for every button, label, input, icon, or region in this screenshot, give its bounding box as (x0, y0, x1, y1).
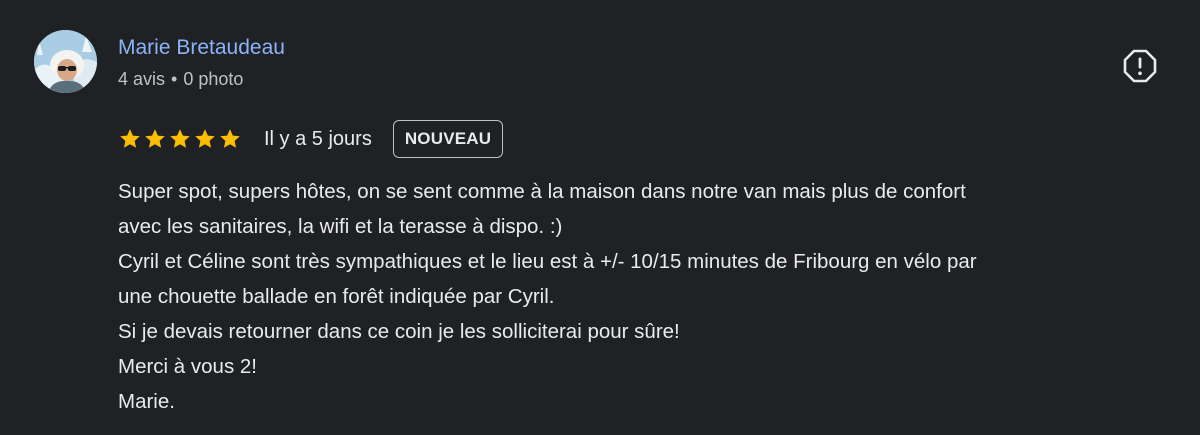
review-line: Marie. (118, 390, 175, 413)
star-filled-icon (120, 129, 140, 148)
rating-row: Il y a 5 jours NOUVEAU (118, 119, 504, 159)
report-review-button[interactable] (1120, 46, 1160, 86)
reviews-count: 4 avis (118, 69, 166, 89)
review-date: Il y a 5 jours (264, 127, 372, 150)
star-filled-icon (170, 129, 190, 148)
review-line: Cyril et Céline sont très sympathiques e… (118, 250, 977, 273)
review-line: Si je devais retourner dans ce coin je l… (118, 320, 680, 343)
new-badge: NOUVEAU (392, 120, 504, 158)
avatar-photo (34, 30, 97, 93)
photos-count: 0 photo (183, 69, 244, 89)
report-flag-icon (1123, 49, 1157, 83)
author-name-link[interactable]: Marie Bretaudeau (118, 34, 285, 62)
review-text: Super spot, supers hôtes, on se sent com… (118, 174, 1178, 419)
review-line: Merci à vous 2! (118, 355, 257, 378)
star-filled-icon (220, 129, 240, 148)
review-line: une chouette ballade en forêt indiquée p… (118, 285, 555, 308)
review-line: Super spot, supers hôtes, on se sent com… (118, 180, 966, 203)
star-rating (118, 127, 242, 151)
meta-separator: • (171, 69, 178, 89)
review-card: Marie Bretaudeau 4 avis • 0 photo Il y a 5… (0, 0, 1200, 435)
review-line: avec les sanitaires, la wifi et la teras… (118, 215, 563, 238)
star-filled-icon (195, 129, 215, 148)
star-filled-icon (145, 129, 165, 148)
author-meta: 4 avis • 0 photo (118, 66, 243, 92)
avatar[interactable] (34, 30, 97, 93)
